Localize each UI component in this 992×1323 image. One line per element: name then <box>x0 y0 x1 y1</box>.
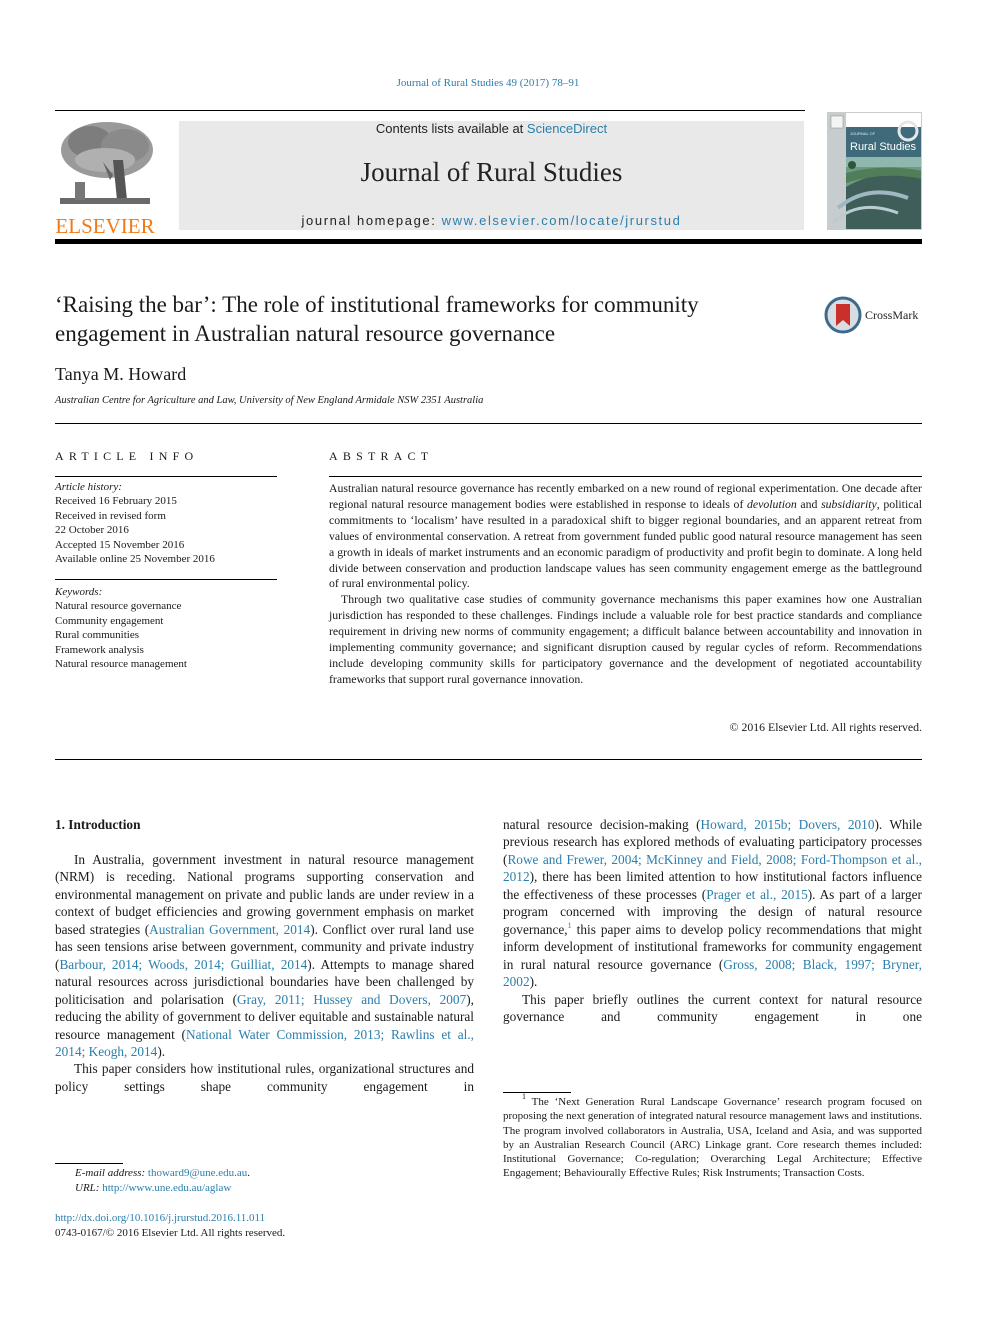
crossmark-button[interactable]: CrossMark <box>824 295 924 335</box>
email-line: E-mail address: thoward9@une.edu.au. <box>75 1166 250 1181</box>
abstract-bottom-divider <box>55 759 922 760</box>
body-paragraph: natural resource decision-making (Howard… <box>503 816 922 991</box>
author-contact-footnote: E-mail address: thoward9@une.edu.au. URL… <box>75 1166 250 1196</box>
journal-homepage-line: journal homepage: www.elsevier.com/locat… <box>179 213 804 228</box>
footnote-divider-right <box>503 1092 571 1093</box>
citation-link[interactable]: Gray, 2011; Hussey and Dovers, 2007 <box>237 992 466 1007</box>
header-divider <box>55 110 805 111</box>
body-paragraph: This paper briefly outlines the current … <box>503 991 922 1024</box>
history-item: Available online 25 November 2016 <box>55 553 215 566</box>
keywords-divider <box>55 579 277 580</box>
elsevier-wordmark: ELSEVIER <box>55 214 155 238</box>
keyword-item: Framework analysis <box>55 643 144 656</box>
abstract-paragraph: Australian natural resource governance h… <box>329 481 922 592</box>
journal-citation-link[interactable]: Journal of Rural Studies 49 (2017) 78–91 <box>0 77 976 89</box>
sciencedirect-link[interactable]: ScienceDirect <box>527 121 607 136</box>
history-item: Accepted 15 November 2016 <box>55 538 185 551</box>
citation-link[interactable]: Howard, 2015b; Dovers, 2010 <box>701 817 875 832</box>
journal-cover-thumbnail[interactable]: JOURNAL OF Rural Studies <box>827 112 922 230</box>
author-url-link[interactable]: http://www.une.edu.au/aglaw <box>102 1182 231 1194</box>
crossmark-label: CrossMark <box>865 307 919 322</box>
abstract-heading: ABSTRACT <box>329 449 434 463</box>
article-history-label: Article history: <box>55 481 122 493</box>
body-paragraph: This paper considers how institutional r… <box>55 1061 474 1094</box>
journal-cover-image: JOURNAL OF Rural Studies <box>828 113 921 229</box>
footnote-1: 1 The ‘Next Generation Rural Landscape G… <box>503 1093 922 1181</box>
section-heading-introduction: 1. Introduction <box>55 817 141 832</box>
contents-available-line: Contents lists available at ScienceDirec… <box>179 121 804 136</box>
abstract-copyright: © 2016 Elsevier Ltd. All rights reserved… <box>729 720 922 734</box>
abstract-emphasis: devolution <box>747 496 797 511</box>
citation-link[interactable]: Barbour, 2014; Woods, 2014; Guilliat, 20… <box>59 957 307 972</box>
keyword-item: Natural resource management <box>55 658 187 671</box>
citation-link[interactable]: Prager et al., 2015 <box>706 887 808 902</box>
cover-subtitle: JOURNAL OF <box>850 131 876 136</box>
contents-prefix: Contents lists available at <box>375 121 527 136</box>
email-label: E-mail address: <box>75 1167 148 1179</box>
journal-title: Journal of Rural Studies <box>360 157 623 187</box>
citation-link[interactable]: Australian Government, 2014 <box>149 922 310 937</box>
article-info-divider <box>55 476 277 477</box>
journal-masthead: Contents lists available at ScienceDirec… <box>179 121 804 230</box>
header-thick-divider <box>55 239 922 244</box>
article-title: ‘Raising the bar’: The role of instituti… <box>55 292 699 346</box>
author-affiliation: Australian Centre for Agriculture and La… <box>55 395 484 406</box>
doi-block: http://dx.doi.org/10.1016/j.jrurstud.201… <box>55 1211 285 1240</box>
keyword-item: Community engagement <box>55 614 164 627</box>
abstract-paragraph: Through two qualitative case studies of … <box>329 592 922 686</box>
abstract-text: Australian natural resource governance h… <box>329 481 922 688</box>
body-left-column: In Australia, government investment in n… <box>55 851 474 1095</box>
body-paragraph: In Australia, government investment in n… <box>55 851 474 1060</box>
history-item: Received 16 February 2015 <box>55 495 177 508</box>
article-info-heading: ARTICLE INFO <box>55 449 199 463</box>
email-link[interactable]: thoward9@une.edu.au <box>148 1167 247 1179</box>
keywords-label: Keywords: <box>55 586 103 598</box>
cover-title: Rural Studies <box>850 141 917 153</box>
body-text-run: ). <box>157 1043 166 1059</box>
homepage-prefix: journal homepage: <box>301 213 442 228</box>
keyword-item: Natural resource governance <box>55 600 182 613</box>
abstract-text-run: and <box>796 496 822 511</box>
footnote-text: 1 The ‘Next Generation Rural Landscape G… <box>503 1093 922 1181</box>
url-label: URL: <box>75 1182 103 1194</box>
keyword-item: Rural communities <box>55 629 140 642</box>
history-item: Received in revised form <box>55 509 166 522</box>
body-text-run: natural resource decision-making ( <box>503 817 701 832</box>
abstract-emphasis: subsidiarity <box>821 496 877 511</box>
doi-link[interactable]: http://dx.doi.org/10.1016/j.jrurstud.201… <box>55 1212 265 1224</box>
keywords-list: Keywords: Natural resource governance Co… <box>55 585 277 671</box>
history-item: 22 October 2016 <box>55 524 129 537</box>
crossmark-icon <box>824 296 862 334</box>
email-suffix: . <box>247 1167 250 1179</box>
body-right-column: natural resource decision-making (Howard… <box>503 816 922 1025</box>
elsevier-tree-icon <box>55 120 155 208</box>
elsevier-logo[interactable]: ELSEVIER <box>55 120 155 237</box>
footnote-body: The ‘Next Generation Rural Landscape Gov… <box>503 1096 922 1180</box>
footnote-divider-left <box>55 1163 123 1164</box>
body-text-run: ). <box>529 974 538 990</box>
journal-homepage-link[interactable]: www.elsevier.com/locate/jrurstud <box>442 213 682 228</box>
issn-copyright: 0743-0167/© 2016 Elsevier Ltd. All right… <box>55 1226 286 1239</box>
article-history: Article history: Received 16 February 20… <box>55 480 277 566</box>
title-divider <box>55 423 922 424</box>
url-line: URL: http://www.une.edu.au/aglaw <box>75 1181 250 1196</box>
author-name[interactable]: Tanya M. Howard <box>55 364 186 385</box>
abstract-divider <box>329 476 922 477</box>
